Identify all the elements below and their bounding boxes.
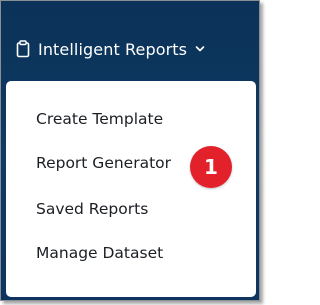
- step-number-badge: 1: [190, 146, 232, 188]
- screenshot-frame: Intelligent Reports Create Template Repo…: [0, 0, 260, 301]
- nav-label: Intelligent Reports: [38, 39, 188, 59]
- menu-item-manage-dataset[interactable]: Manage Dataset: [36, 244, 163, 262]
- menu-item-create-template[interactable]: Create Template: [36, 110, 163, 128]
- intelligent-reports-menu-trigger[interactable]: Intelligent Reports: [16, 35, 205, 63]
- menu-item-saved-reports[interactable]: Saved Reports: [36, 200, 148, 218]
- chevron-down-icon: [195, 45, 205, 53]
- menu-item-report-generator[interactable]: Report Generator: [36, 154, 171, 172]
- dropdown-menu: Create Template Report Generator Saved R…: [6, 81, 256, 297]
- clipboard-icon: [16, 40, 30, 58]
